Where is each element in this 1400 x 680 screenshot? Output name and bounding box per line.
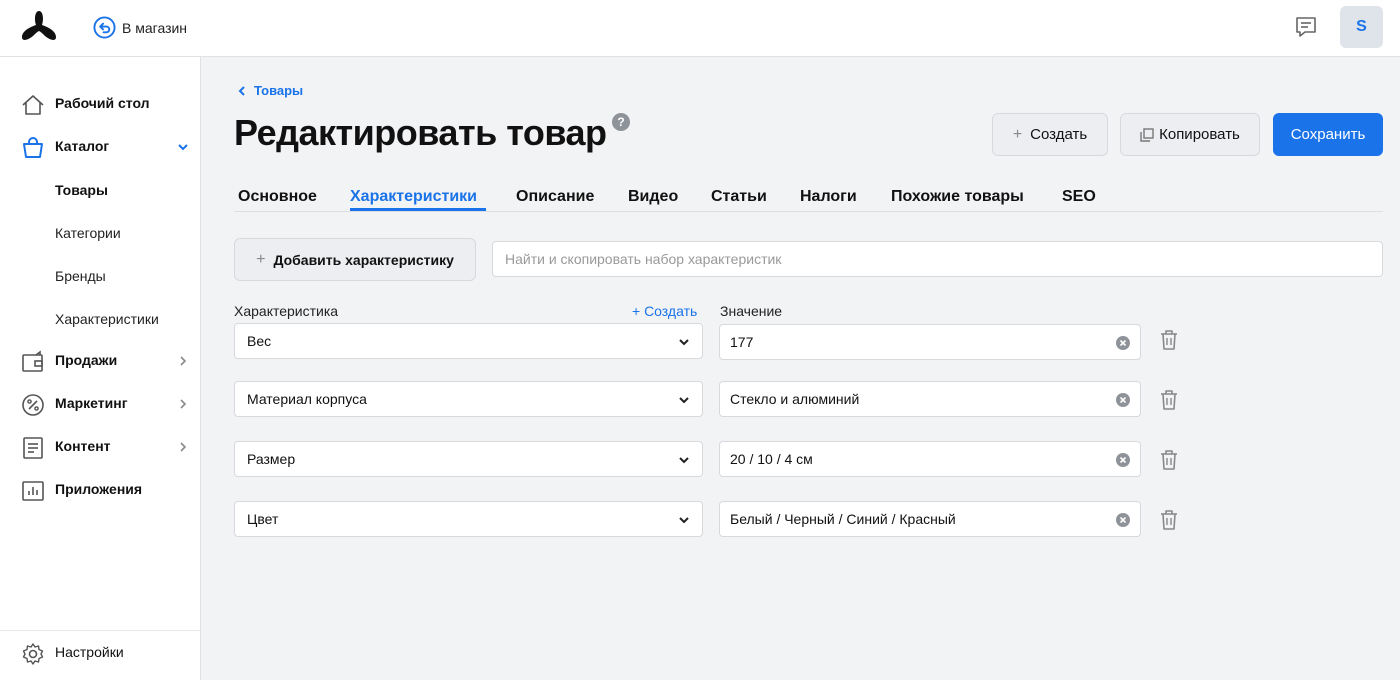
add-characteristic-button[interactable]: + Добавить характеристику: [234, 238, 476, 281]
back-to-store-link[interactable]: В магазин: [93, 16, 187, 39]
tab-video[interactable]: Видео: [628, 188, 678, 206]
chevron-down-icon: [679, 339, 689, 346]
plus-icon: +: [256, 250, 266, 268]
characteristic-select[interactable]: Размер: [234, 441, 703, 477]
wallet-icon: [22, 350, 43, 372]
chevron-right-icon: [180, 356, 187, 366]
chevron-right-icon: [180, 399, 187, 409]
chevron-right-icon: [180, 442, 187, 452]
sidebar-item-label: Настройки: [55, 644, 124, 660]
tab-main[interactable]: Основное: [238, 188, 317, 206]
sidebar-subitem-products[interactable]: Товары: [55, 182, 108, 198]
sidebar-item-label: Маркетинг: [55, 395, 128, 411]
characteristic-set-search-input[interactable]: Найти и скопировать набор характеристик: [492, 241, 1383, 277]
trash-icon[interactable]: [1159, 329, 1179, 351]
create-characteristic-link[interactable]: + Создать: [632, 303, 697, 319]
top-bar: В магазин S: [0, 0, 1400, 57]
value-input-text: 177: [730, 334, 754, 350]
plus-icon: +: [1012, 125, 1023, 143]
value-input-text: Стекло и алюминий: [730, 391, 860, 407]
breadcrumb[interactable]: Товары: [238, 83, 303, 98]
save-button[interactable]: Сохранить: [1273, 113, 1383, 156]
page-title: Редактировать товар: [234, 112, 607, 153]
help-icon[interactable]: ?: [612, 113, 630, 131]
sidebar-subitem-brands[interactable]: Бренды: [55, 268, 106, 284]
value-input[interactable]: Стекло и алюминий: [719, 381, 1141, 417]
shopping-bag-icon: [23, 137, 43, 158]
value-input[interactable]: Белый / Черный / Синий / Красный: [719, 501, 1141, 537]
characteristic-select-value: Вес: [247, 333, 272, 349]
copy-button-label: Копировать: [1159, 126, 1240, 143]
sidebar-item-label: Каталог: [55, 138, 110, 154]
characteristic-select[interactable]: Вес: [234, 323, 703, 359]
sidebar-subitem-characteristics[interactable]: Характеристики: [55, 311, 159, 327]
sidebar-item-dashboard[interactable]: Рабочий стол: [0, 86, 200, 122]
chevron-down-icon: [679, 517, 689, 524]
back-arrow-icon: [93, 16, 116, 39]
sidebar-item-content[interactable]: Контент: [0, 429, 200, 465]
sidebar-item-marketing[interactable]: Маркетинг: [0, 386, 200, 422]
value-column-label: Значение: [720, 303, 783, 319]
sidebar-item-catalog[interactable]: Каталог: [0, 129, 200, 165]
value-input-text: 20 / 10 / 4 см: [730, 451, 813, 467]
copy-button[interactable]: Копировать: [1120, 113, 1260, 156]
characteristic-select[interactable]: Материал корпуса: [234, 381, 703, 417]
trash-icon[interactable]: [1159, 509, 1179, 531]
characteristic-column-label: Характеристика: [234, 303, 339, 319]
chevron-left-icon: [238, 85, 245, 96]
chevron-down-icon: [679, 397, 689, 404]
characteristic-select[interactable]: Цвет: [234, 501, 703, 537]
clear-icon[interactable]: [1116, 393, 1130, 407]
sidebar-item-label: Приложения: [55, 481, 143, 497]
tab-characteristics[interactable]: Характеристики: [350, 188, 477, 206]
characteristic-select-value: Цвет: [247, 511, 279, 527]
tab-description[interactable]: Описание: [516, 188, 594, 206]
chevron-down-icon: [679, 457, 689, 464]
copy-icon: [1140, 127, 1154, 142]
avatar[interactable]: S: [1340, 6, 1383, 48]
tab-articles[interactable]: Статьи: [711, 188, 767, 206]
sidebar-item-sales[interactable]: Продажи: [0, 343, 200, 379]
trash-icon[interactable]: [1159, 449, 1179, 471]
sidebar-item-apps[interactable]: Приложения: [0, 472, 200, 508]
clear-icon[interactable]: [1116, 453, 1130, 467]
messages-icon[interactable]: [1294, 15, 1318, 39]
create-button-label: Создать: [1030, 126, 1088, 143]
sidebar-item-label: Контент: [55, 438, 111, 454]
create-button[interactable]: + Создать: [992, 113, 1108, 156]
sidebar-subitem-categories[interactable]: Категории: [55, 225, 121, 241]
active-tab-indicator: [350, 208, 486, 211]
sidebar-item-label: Рабочий стол: [55, 95, 150, 111]
tab-taxes[interactable]: Налоги: [800, 188, 857, 206]
characteristic-select-value: Материал корпуса: [247, 391, 367, 407]
add-characteristic-label: Добавить характеристику: [273, 251, 454, 268]
chart-icon: [22, 481, 44, 501]
sidebar-item-settings[interactable]: Настройки: [0, 635, 200, 671]
sidebar: Рабочий стол Каталог Товары Категории Бр…: [0, 57, 201, 680]
back-to-store-label: В магазин: [122, 19, 188, 36]
tab-similar-products[interactable]: Похожие товары: [891, 188, 1024, 206]
logo-icon[interactable]: [18, 9, 60, 47]
sidebar-settings-section: Настройки: [0, 630, 200, 680]
clear-icon[interactable]: [1116, 513, 1130, 527]
gear-icon: [22, 643, 44, 665]
breadcrumb-label: Товары: [254, 83, 304, 98]
chevron-down-icon: [178, 144, 188, 151]
clear-icon[interactable]: [1116, 336, 1130, 350]
document-icon: [23, 437, 43, 459]
value-input[interactable]: 20 / 10 / 4 см: [719, 441, 1141, 477]
percent-icon: [22, 394, 44, 416]
value-input-text: Белый / Черный / Синий / Красный: [730, 511, 956, 527]
trash-icon[interactable]: [1159, 389, 1179, 411]
home-icon: [22, 95, 44, 115]
tab-seo[interactable]: SEO: [1062, 188, 1096, 206]
sidebar-item-label: Продажи: [55, 352, 118, 368]
characteristic-select-value: Размер: [247, 451, 296, 467]
value-input[interactable]: 177: [719, 324, 1141, 360]
